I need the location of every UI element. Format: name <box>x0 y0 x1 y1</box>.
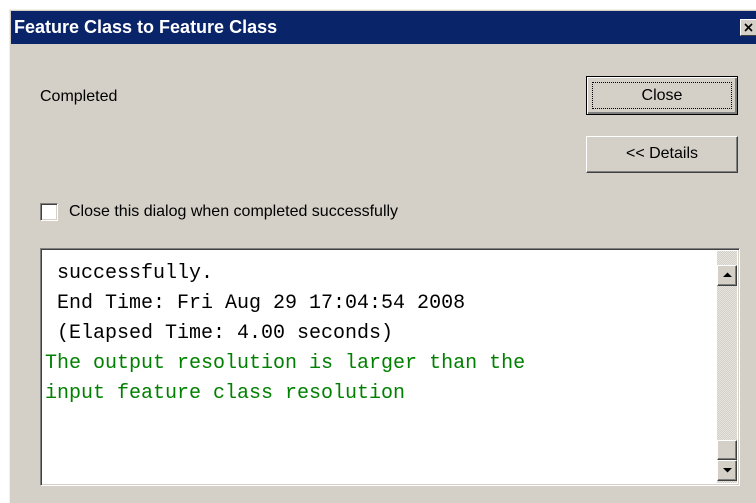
log-line: End Time: Fri Aug 29 17:04:54 2008 <box>45 292 466 315</box>
title-bar[interactable]: Feature Class to Feature Class <box>11 11 756 44</box>
close-button[interactable]: Close <box>586 76 738 115</box>
close-when-completed-label: Close this dialog when completed success… <box>69 203 399 220</box>
arrow-up-icon <box>723 272 732 277</box>
messages-log[interactable]: successfully. End Time: Fri Aug 29 17:04… <box>40 248 740 486</box>
vertical-scrollbar[interactable] <box>717 251 737 483</box>
window-title: Feature Class to Feature Class <box>14 17 278 37</box>
close-icon <box>744 23 753 32</box>
close-when-completed-checkbox[interactable] <box>40 203 58 221</box>
close-when-completed-option[interactable]: Close this dialog when completed success… <box>40 200 398 224</box>
log-line: successfully. <box>45 262 214 285</box>
title-close-button[interactable] <box>740 19 756 36</box>
status-text: Completed <box>40 88 118 105</box>
log-line: input feature class resolution <box>45 382 406 405</box>
scroll-up-button[interactable] <box>717 265 737 286</box>
details-button[interactable]: << Details <box>586 136 738 173</box>
scroll-down-button[interactable] <box>717 460 737 481</box>
log-content: successfully. End Time: Fri Aug 29 17:04… <box>45 259 705 409</box>
log-line: (Elapsed Time: 4.00 seconds) <box>45 322 394 345</box>
arrow-down-icon <box>723 468 732 473</box>
scroll-thumb[interactable] <box>717 440 737 460</box>
details-button-label: << Details <box>625 145 699 162</box>
focus-rectangle <box>592 82 732 109</box>
dialog-window: Feature Class to Feature Class Completed… <box>9 9 756 503</box>
log-line: The output resolution is larger than the <box>45 352 526 375</box>
